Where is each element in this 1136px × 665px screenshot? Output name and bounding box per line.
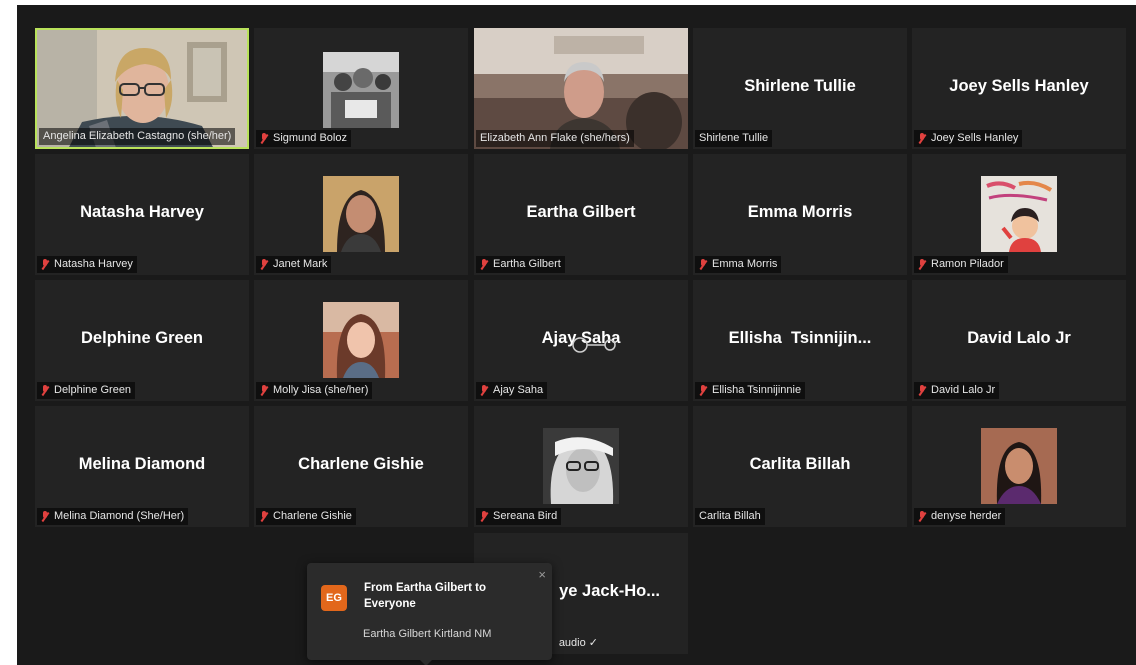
participant-tile-janet[interactable]: Janet Mark bbox=[254, 154, 468, 275]
participant-name-label: Melina Diamond (She/Her) bbox=[37, 508, 189, 525]
participant-name-label: Eartha Gilbert bbox=[476, 256, 565, 273]
participant-name-label: Janet Mark bbox=[256, 256, 332, 273]
mic-muted-icon bbox=[480, 511, 488, 522]
mic-muted-icon bbox=[260, 385, 268, 396]
participant-tile-joey[interactable]: Joey Sells Hanley Joey Sells Hanley bbox=[912, 28, 1126, 149]
participant-tile-eartha[interactable]: Eartha Gilbert Eartha Gilbert bbox=[474, 154, 688, 275]
sender-avatar: EG bbox=[321, 585, 347, 611]
profile-photo-denyse bbox=[981, 428, 1057, 504]
participant-name-label: Shirlene Tullie bbox=[695, 130, 773, 147]
participant-tile-emma[interactable]: Emma Morris Emma Morris bbox=[693, 154, 907, 275]
participant-display-name: Delphine Green bbox=[81, 328, 203, 347]
profile-photo-sereana bbox=[543, 428, 619, 504]
participant-name-label: Emma Morris bbox=[695, 256, 782, 273]
video-gallery: Angelina Elizabeth Castagno (she/her) Si… bbox=[17, 5, 1136, 665]
participant-name-label: David Lalo Jr bbox=[914, 382, 1000, 399]
participant-name-label: Carlita Billah bbox=[695, 508, 765, 525]
participant-tile-carlita[interactable]: Carlita Billah Carlita Billah bbox=[693, 406, 907, 527]
participant-tile-sereana[interactable]: Sereana Bird bbox=[474, 406, 688, 527]
participant-tile-denyse[interactable]: denyse herder bbox=[912, 406, 1126, 527]
participant-tile-delphine[interactable]: Delphine Green Delphine Green bbox=[35, 280, 249, 401]
mic-muted-icon bbox=[918, 385, 926, 396]
mic-muted-icon bbox=[480, 259, 488, 270]
participant-tile-angelina[interactable]: Angelina Elizabeth Castagno (she/her) bbox=[35, 28, 249, 149]
participant-display-name: Natasha Harvey bbox=[80, 202, 204, 221]
participant-name-label: Ajay Saha bbox=[476, 382, 548, 399]
mic-muted-icon bbox=[918, 133, 926, 144]
participant-tile-david[interactable]: David Lalo Jr David Lalo Jr bbox=[912, 280, 1126, 401]
mic-muted-icon bbox=[480, 385, 488, 396]
participant-display-name: Carlita Billah bbox=[749, 454, 851, 473]
participant-tile-elizabeth[interactable]: Elizabeth Ann Flake (she/hers) bbox=[474, 28, 688, 149]
mic-muted-icon bbox=[260, 133, 268, 144]
chat-notification[interactable]: EG From Eartha Gilbert to Everyone Earth… bbox=[307, 563, 552, 665]
participant-name-label: Elizabeth Ann Flake (she/hers) bbox=[476, 130, 634, 147]
mic-muted-icon bbox=[699, 385, 707, 396]
close-icon[interactable]: × bbox=[538, 568, 546, 581]
participant-name-label: Sereana Bird bbox=[476, 508, 562, 525]
participant-tile-natasha[interactable]: Natasha Harvey Natasha Harvey bbox=[35, 154, 249, 275]
participant-display-name: David Lalo Jr bbox=[967, 328, 1071, 347]
participant-display-name: Shirlene Tullie bbox=[744, 76, 856, 95]
chat-notification-title: From Eartha Gilbert to Everyone bbox=[364, 582, 487, 610]
participant-tile-ramon[interactable]: Ramon Pilador bbox=[912, 154, 1126, 275]
participant-name-label: Sigmund Boloz bbox=[256, 130, 351, 147]
participant-tile-ajay[interactable]: Ajay Saha Ajay Saha bbox=[474, 280, 688, 401]
participant-tile-shirlene[interactable]: Shirlene Tullie Shirlene Tullie bbox=[693, 28, 907, 149]
participant-tile-charlene[interactable]: Charlene Gishie Charlene Gishie bbox=[254, 406, 468, 527]
profile-photo-ramon bbox=[981, 176, 1057, 252]
participant-name-label: Molly Jisa (she/her) bbox=[256, 382, 373, 399]
participant-name-label: Charlene Gishie bbox=[256, 508, 356, 525]
mic-muted-icon bbox=[918, 259, 926, 270]
participant-name-label: Ramon Pilador bbox=[914, 256, 1008, 273]
chat-notification-message: Eartha Gilbert Kirtland NM bbox=[363, 628, 492, 640]
participant-tile-melina[interactable]: Melina Diamond Melina Diamond (She/Her) bbox=[35, 406, 249, 527]
top-bar bbox=[17, 5, 1136, 29]
profile-photo-janet bbox=[323, 176, 399, 252]
profile-photo-molly bbox=[323, 302, 399, 378]
toast-pointer bbox=[420, 660, 432, 665]
participant-name-label: Natasha Harvey bbox=[37, 256, 137, 273]
participant-tile-sigmund[interactable]: Sigmund Boloz bbox=[254, 28, 468, 149]
mic-muted-icon bbox=[699, 259, 707, 270]
participant-display-name: Emma Morris bbox=[747, 202, 853, 221]
mic-muted-icon bbox=[918, 511, 926, 522]
cursor-loading-icon bbox=[572, 337, 616, 353]
participant-display-name: Ellisha Tsinnijin... bbox=[728, 328, 872, 347]
participant-tile-molly[interactable]: Molly Jisa (she/her) bbox=[254, 280, 468, 401]
mic-muted-icon bbox=[260, 259, 268, 270]
participant-name-label: Delphine Green bbox=[37, 382, 136, 399]
mic-muted-icon bbox=[260, 511, 268, 522]
mic-muted-icon bbox=[41, 511, 49, 522]
participant-name-label: Angelina Elizabeth Castagno (she/her) bbox=[39, 128, 236, 145]
participant-display-name: Eartha Gilbert bbox=[526, 202, 636, 221]
participant-display-name: Joey Sells Hanley bbox=[949, 76, 1089, 95]
participant-tile-ellisha[interactable]: Ellisha Tsinnijin... Ellisha Tsinnijinni… bbox=[693, 280, 907, 401]
profile-photo-sigmund bbox=[323, 52, 399, 128]
participant-name-label: audio ✓ bbox=[558, 637, 598, 649]
participant-name-label: denyse herder bbox=[914, 508, 1006, 525]
mic-muted-icon bbox=[41, 259, 49, 270]
mic-muted-icon bbox=[41, 385, 49, 396]
participant-display-name: Melina Diamond bbox=[78, 454, 206, 473]
participant-display-name: Charlene Gishie bbox=[298, 454, 424, 473]
participant-name-label: Joey Sells Hanley bbox=[914, 130, 1023, 147]
participant-name-label: Ellisha Tsinnijinnie bbox=[695, 382, 806, 399]
